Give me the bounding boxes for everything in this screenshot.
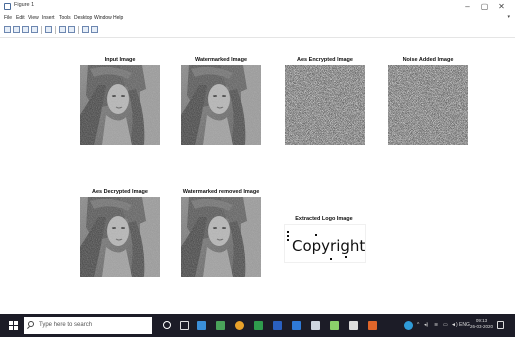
figure-window-icon [4, 3, 11, 10]
noise-dot [345, 256, 347, 258]
windows-start-icon[interactable] [9, 321, 18, 330]
noise-added-image-title: Noise Added Image [402, 57, 454, 63]
save-icon[interactable] [22, 26, 29, 33]
search-icon [28, 321, 34, 327]
aes-encrypted-image [285, 65, 365, 145]
watermarked-image [181, 65, 261, 145]
minimize-icon[interactable]: – [460, 0, 475, 13]
aes-encrypted-image-title: Aes Encrypted Image [297, 57, 353, 63]
input-image [80, 65, 160, 145]
extracted-logo-image-title: Extracted Logo Image [295, 216, 353, 222]
tray-language[interactable]: ENG [459, 322, 470, 328]
title-bar: Figure 1 – ▢ ✕ [0, 0, 515, 13]
taskbar-clock[interactable]: 09:13 26-03-2020 [470, 318, 493, 330]
toolbar-separator [78, 26, 79, 34]
menu-insert[interactable]: Insert [42, 15, 55, 21]
input-image-title: Input Image [104, 57, 136, 63]
matlab-icon[interactable] [368, 321, 377, 330]
taskbar-search-box[interactable]: Type here to search [24, 317, 152, 334]
noise-dot [315, 234, 317, 236]
word-icon[interactable] [273, 321, 282, 330]
insert-colorbar-icon[interactable] [59, 26, 66, 33]
noise-dot [287, 239, 289, 241]
excel-icon[interactable] [254, 321, 263, 330]
notification-icon[interactable] [497, 321, 504, 329]
file-explorer-icon[interactable] [311, 321, 320, 330]
noise-added-image [388, 65, 468, 145]
menu-window[interactable]: Window [94, 15, 112, 21]
menu-desktop[interactable]: Desktop [74, 15, 92, 21]
toolbar-separator [41, 26, 42, 34]
new-figure-icon[interactable] [4, 26, 11, 33]
logo-text: Copyright [292, 237, 366, 255]
taskbar: Type here to search ^ ◂) ≋ ▭ ◄) ENG 09:1… [0, 314, 515, 337]
app-icon[interactable] [197, 321, 206, 330]
chrome-icon[interactable] [235, 321, 244, 330]
toolbar-separator [55, 26, 56, 34]
task-view-icon[interactable] [180, 321, 189, 330]
noise-dot [330, 258, 332, 260]
close-icon[interactable]: ✕ [494, 0, 509, 13]
volume-icon[interactable]: ◄) [451, 322, 458, 328]
noise-dot [287, 231, 289, 233]
window-title: Figure 1 [14, 2, 35, 8]
open-file-icon[interactable] [13, 26, 20, 33]
people-icon[interactable] [404, 321, 413, 330]
aes-decrypted-image-title: Aes Decrypted Image [92, 189, 148, 195]
property-inspector-icon[interactable] [91, 26, 98, 33]
watermark-removed-image-title: Watermarked removed Image [182, 189, 260, 195]
edit-plot-icon[interactable] [82, 26, 89, 33]
menu-expand-icon[interactable]: ▾ [507, 14, 510, 20]
store-icon[interactable] [349, 321, 358, 330]
app-icon[interactable] [292, 321, 301, 330]
aes-decrypted-image [80, 197, 160, 277]
print-icon[interactable] [31, 26, 38, 33]
toolbar [0, 23, 515, 38]
wifi-icon[interactable]: ≋ [434, 322, 438, 328]
noise-dot [287, 235, 289, 237]
maximize-icon[interactable]: ▢ [477, 0, 492, 13]
cortana-icon[interactable] [163, 321, 171, 329]
battery-icon[interactable]: ▭ [443, 322, 448, 328]
link-plot-icon[interactable] [45, 26, 52, 33]
menu-view[interactable]: View [28, 15, 39, 21]
menu-file[interactable]: File [4, 15, 12, 21]
menu-edit[interactable]: Edit [16, 15, 25, 21]
menu-tools[interactable]: Tools [59, 15, 71, 21]
search-placeholder: Type here to search [39, 322, 93, 328]
menu-help[interactable]: Help [113, 15, 123, 21]
network-icon[interactable]: ◂) [424, 322, 428, 328]
app-icon[interactable] [216, 321, 225, 330]
watermarked-image-title: Watermarked Image [194, 57, 248, 63]
insert-legend-icon[interactable] [68, 26, 75, 33]
clock-date: 26-03-2020 [470, 324, 494, 329]
app-icon[interactable] [330, 321, 339, 330]
menu-bar: File Edit View Insert Tools Desktop Wind… [0, 13, 515, 23]
extracted-logo-image: Copyright [284, 224, 366, 263]
tray-chevron-icon[interactable]: ^ [417, 322, 419, 328]
figure-canvas: Input Image Watermarked Image Aes Encryp… [0, 38, 515, 314]
watermark-removed-image [181, 197, 261, 277]
